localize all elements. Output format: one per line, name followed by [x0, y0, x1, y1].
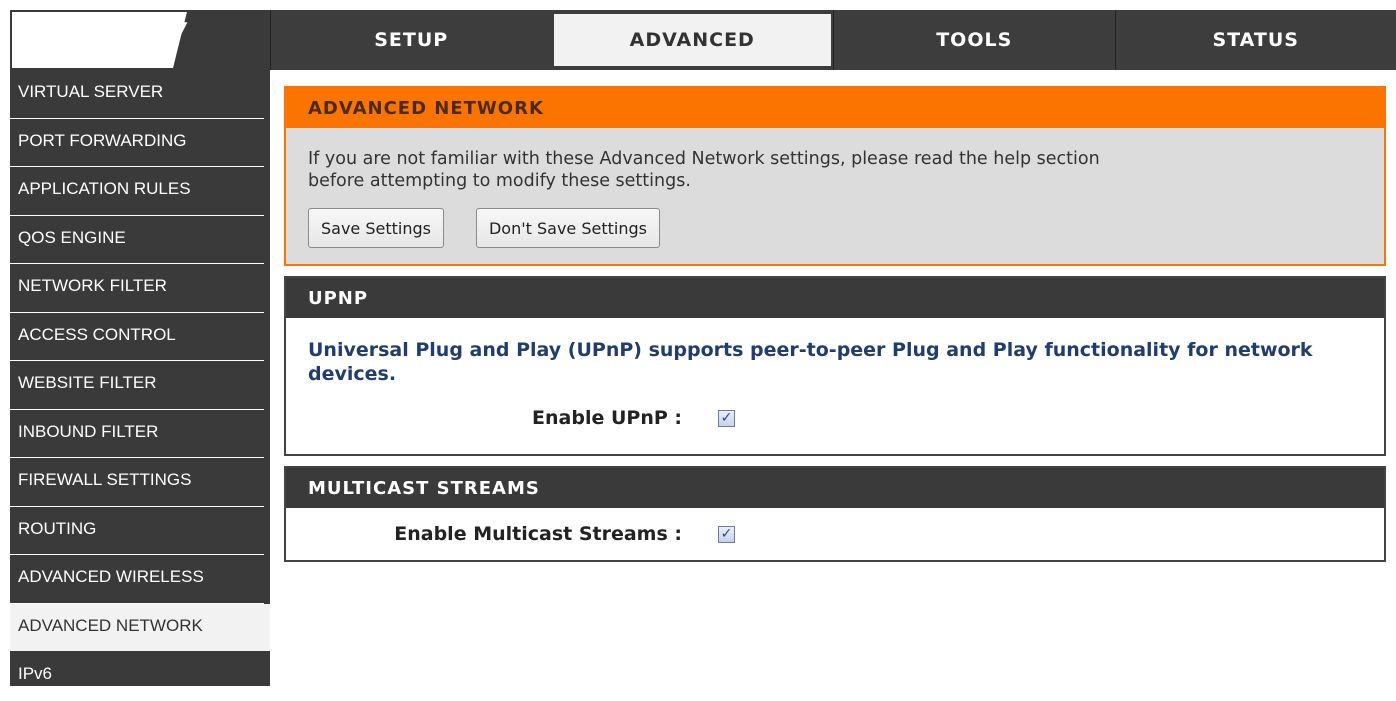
- logo-slashes-icon: ///: [147, 14, 178, 68]
- sidebar-item-qos-engine[interactable]: QOS ENGINE: [10, 216, 264, 265]
- panel-title: ADVANCED NETWORK: [286, 88, 1384, 128]
- sidebar-item-routing[interactable]: ROUTING: [10, 507, 264, 556]
- enable-upnp-label: Enable UPnP :: [286, 407, 698, 429]
- main-nav: SETUP ADVANCED TOOLS STATUS: [270, 10, 1396, 70]
- dont-save-settings-button[interactable]: Don't Save Settings: [476, 208, 660, 248]
- sidebar-item-advanced-network[interactable]: ADVANCED NETWORK: [10, 604, 270, 653]
- upnp-panel: UPNP Universal Plug and Play (UPnP) supp…: [284, 276, 1386, 456]
- checkmark-icon: ✓: [721, 527, 733, 541]
- button-row: Save Settings Don't Save Settings: [286, 192, 1384, 264]
- upnp-title: UPNP: [286, 278, 1384, 318]
- sidebar-item-firewall-settings[interactable]: FIREWALL SETTINGS: [10, 458, 264, 507]
- checkmark-icon: ✓: [721, 411, 733, 425]
- upnp-description: Universal Plug and Play (UPnP) supports …: [286, 318, 1384, 386]
- sidebar-item-network-filter[interactable]: NETWORK FILTER: [10, 264, 264, 313]
- save-settings-button[interactable]: Save Settings: [308, 208, 444, 248]
- advanced-network-panel: ADVANCED NETWORK If you are not familiar…: [284, 86, 1386, 266]
- logo: ///: [10, 10, 270, 70]
- intro-text: If you are not familiar with these Advan…: [286, 128, 1384, 192]
- tab-tools[interactable]: TOOLS: [833, 10, 1115, 70]
- sidebar-item-inbound-filter[interactable]: INBOUND FILTER: [10, 410, 264, 459]
- enable-upnp-checkbox[interactable]: ✓: [718, 410, 735, 427]
- top-bar: /// SETUP ADVANCED TOOLS STATUS: [0, 0, 1396, 70]
- enable-upnp-row: Enable UPnP : ✓: [286, 392, 1384, 444]
- enable-multicast-checkbox[interactable]: ✓: [718, 526, 735, 543]
- tab-setup[interactable]: SETUP: [270, 10, 552, 70]
- sidebar: VIRTUAL SERVER PORT FORWARDING APPLICATI…: [10, 70, 270, 686]
- sidebar-item-virtual-server[interactable]: VIRTUAL SERVER: [10, 70, 264, 119]
- sidebar-item-application-rules[interactable]: APPLICATION RULES: [10, 167, 264, 216]
- sidebar-item-website-filter[interactable]: WEBSITE FILTER: [10, 361, 264, 410]
- tab-advanced[interactable]: ADVANCED: [552, 12, 834, 68]
- sidebar-item-access-control[interactable]: ACCESS CONTROL: [10, 313, 264, 362]
- multicast-panel: MULTICAST STREAMS Enable Multicast Strea…: [284, 466, 1386, 562]
- sidebar-item-advanced-wireless[interactable]: ADVANCED WIRELESS: [10, 555, 264, 604]
- main-content: ADVANCED NETWORK If you are not familiar…: [284, 86, 1386, 572]
- tab-status[interactable]: STATUS: [1115, 10, 1396, 70]
- enable-multicast-label: Enable Multicast Streams :: [286, 523, 698, 545]
- sidebar-item-ipv6[interactable]: IPv6: [10, 652, 264, 701]
- sidebar-item-port-forwarding[interactable]: PORT FORWARDING: [10, 119, 264, 168]
- multicast-title: MULTICAST STREAMS: [286, 468, 1384, 508]
- enable-multicast-row: Enable Multicast Streams : ✓: [286, 508, 1384, 560]
